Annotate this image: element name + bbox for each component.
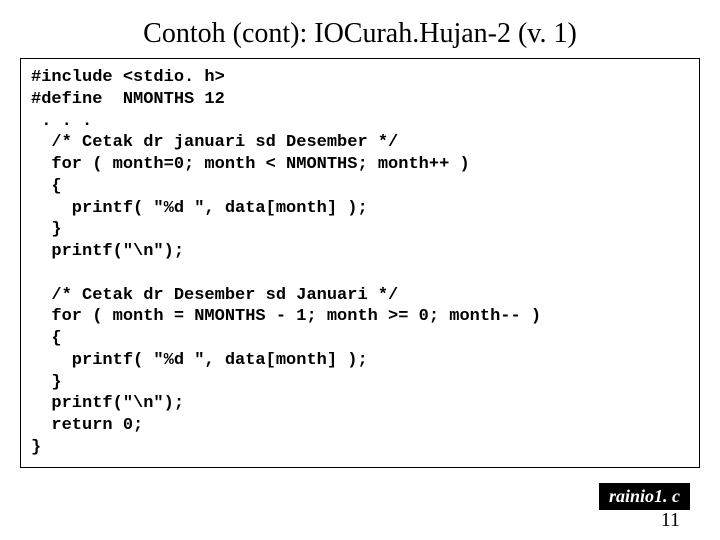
code-block: #include <stdio. h> #define NMONTHS 12 .… xyxy=(20,58,700,468)
page-number: 11 xyxy=(661,509,680,532)
slide: Contoh (cont): IOCurah.Hujan-2 (v. 1) #i… xyxy=(0,0,720,540)
slide-title: Contoh (cont): IOCurah.Hujan-2 (v. 1) xyxy=(0,0,720,58)
filename-badge: rainio1. c xyxy=(599,483,690,510)
